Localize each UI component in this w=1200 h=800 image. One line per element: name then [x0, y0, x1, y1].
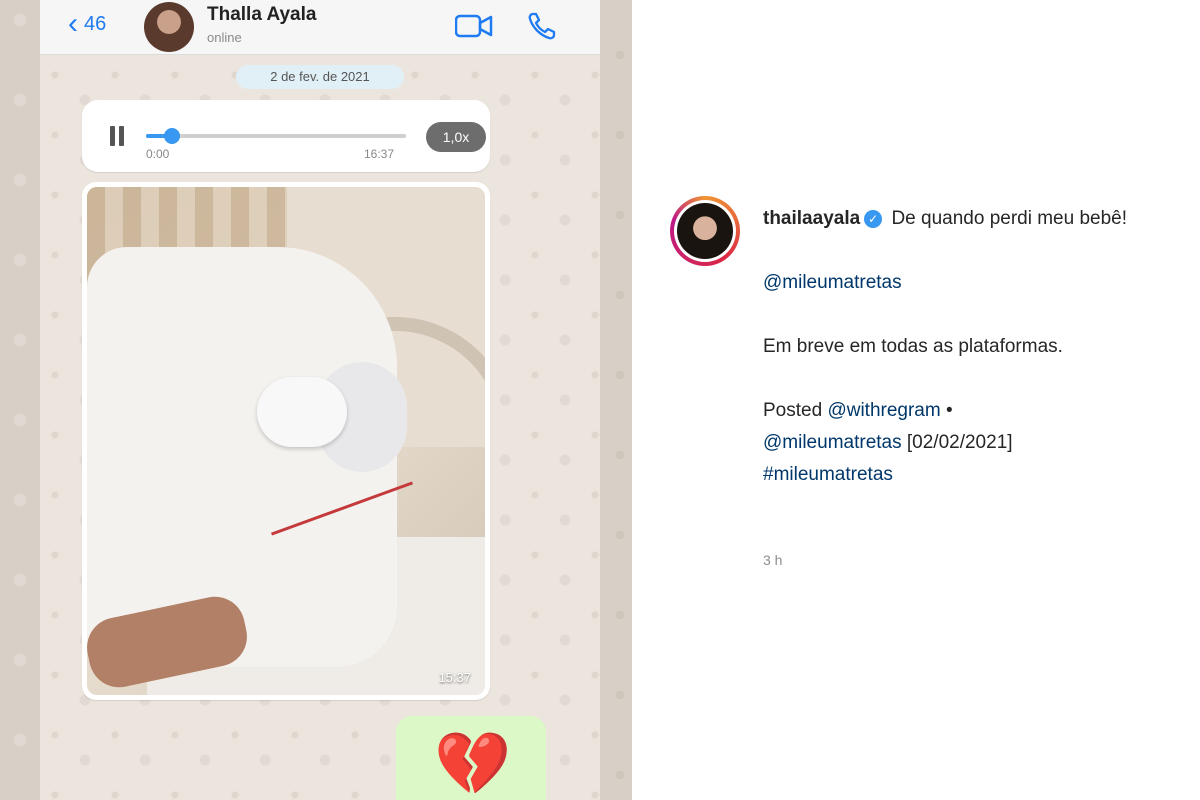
chat-header: ‹ 46 Thalla Ayala online: [40, 0, 600, 55]
phone-icon[interactable]: [526, 10, 558, 42]
audio-duration: 16:37: [364, 147, 395, 161]
post-image[interactable]: ‹ 46 Thalla Ayala online 2 de fev. de 20…: [0, 0, 632, 800]
image-message[interactable]: 15:37: [82, 182, 490, 700]
contact-status: online: [207, 30, 242, 45]
chat-screenshot: ‹ 46 Thalla Ayala online 2 de fev. de 20…: [40, 0, 600, 800]
playback-speed-button[interactable]: 1,0x: [426, 122, 486, 152]
mention-withregram-link[interactable]: @withregram: [827, 400, 940, 421]
audio-message[interactable]: 0:00 16:37 1,0x: [82, 100, 490, 172]
hashtag-link[interactable]: #mileumatretas: [763, 464, 893, 485]
video-camera-icon[interactable]: [455, 13, 493, 39]
username-link[interactable]: thailaayala: [763, 208, 860, 229]
hospital-photo[interactable]: 15:37: [87, 187, 485, 695]
caption-text-2: Em breve em todas as plataformas.: [763, 336, 1063, 357]
audio-current-time: 0:00: [146, 147, 170, 161]
broken-heart-icon: 💔: [434, 730, 512, 799]
chevron-left-icon: ‹: [68, 7, 78, 40]
caption-text: De quando perdi meu bebê!: [891, 208, 1128, 229]
bullet-separator: •: [945, 400, 953, 421]
photo-timestamp: 15:37: [438, 670, 471, 685]
post-time-ago[interactable]: 3 h: [763, 552, 782, 568]
audio-scrubber[interactable]: [164, 128, 180, 144]
mention-link-2[interactable]: @mileumatretas: [763, 432, 902, 453]
mention-link[interactable]: @mileumatretas: [763, 272, 902, 293]
story-ring[interactable]: [670, 196, 740, 266]
profile-avatar[interactable]: [677, 203, 733, 259]
date-separator: 2 de fev. de 2021: [236, 65, 404, 89]
emoji-message[interactable]: 💔: [396, 716, 546, 800]
audio-progress-track[interactable]: [146, 128, 406, 144]
contact-avatar[interactable]: [144, 2, 194, 52]
contact-name: Thalla Ayala: [207, 4, 317, 25]
date-tag: [02/02/2021]: [906, 432, 1013, 453]
posted-label: Posted: [763, 400, 823, 421]
verified-badge-icon: ✓: [864, 210, 883, 228]
post-caption: thailaayala ✓ De quando perdi meu bebê! @…: [763, 203, 1183, 491]
pause-icon[interactable]: [108, 126, 126, 148]
back-button[interactable]: ‹ 46: [68, 7, 107, 40]
unread-count: 46: [84, 12, 107, 35]
post-caption-panel: thailaayala ✓ De quando perdi meu bebê! @…: [632, 0, 1200, 800]
